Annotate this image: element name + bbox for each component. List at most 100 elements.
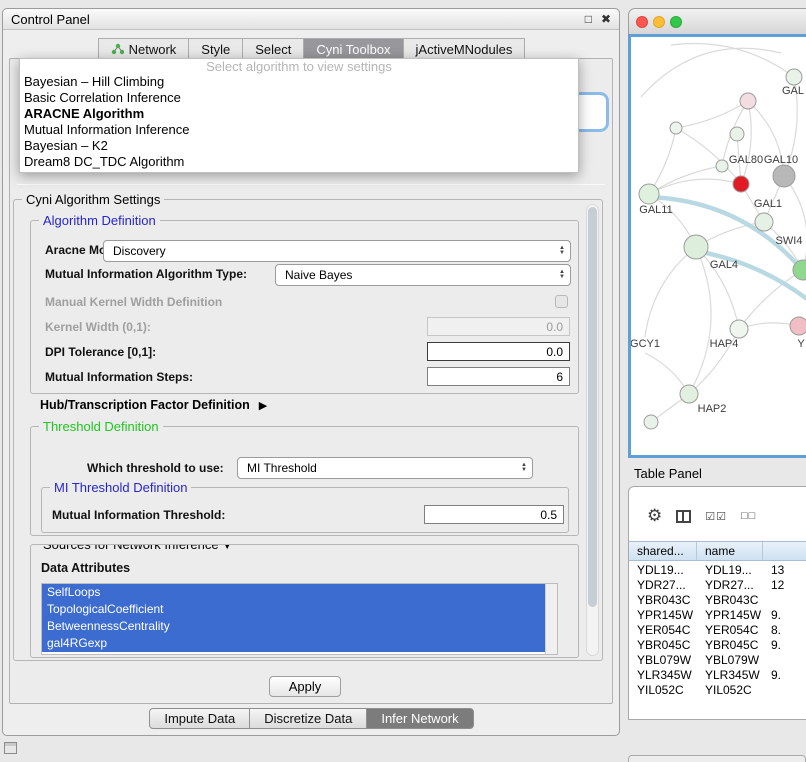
- network-edge[interactable]: [641, 48, 781, 97]
- mi-threshold-input[interactable]: 0.5: [424, 505, 564, 524]
- control-panel-titlebar[interactable]: Control Panel □ ✖: [3, 9, 619, 30]
- mi-algorithm-type-select[interactable]: Naive Bayes ▲▼: [275, 264, 571, 286]
- tab-jactivemnodules[interactable]: jActiveMNodules: [403, 38, 526, 59]
- table-row[interactable]: YBR045CYBR045C9.: [629, 637, 806, 652]
- select-none-icon[interactable]: □□: [741, 510, 756, 522]
- column-header-shared-name[interactable]: shared...: [629, 542, 697, 560]
- aracne-mode-select[interactable]: Discovery ▲▼: [103, 240, 571, 262]
- tab-cyni-toolbox[interactable]: Cyni Toolbox: [303, 38, 403, 59]
- aracne-mode-value: Discovery: [113, 244, 559, 258]
- algorithm-option[interactable]: Bayesian – K2: [20, 138, 578, 154]
- algorithm-option[interactable]: ARACNE Algorithm: [20, 106, 578, 122]
- attribute-list-item[interactable]: gal4RGexp: [42, 635, 545, 652]
- attribute-list-item[interactable]: BetweennessCentrality: [42, 618, 545, 635]
- desktop: Control Panel □ ✖ Network Style Select C…: [0, 0, 806, 762]
- manual-kernel-width-checkbox[interactable]: [555, 295, 568, 308]
- gear-icon[interactable]: ⚙: [647, 506, 662, 526]
- collapse-down-icon[interactable]: ▼: [222, 544, 232, 552]
- tab-network[interactable]: Network: [98, 38, 190, 59]
- node-label: Y: [797, 338, 805, 350]
- dpi-tolerance-input[interactable]: 0.0: [427, 342, 570, 361]
- kernel-width-label: Kernel Width (0,1):: [45, 320, 151, 334]
- tab-infer-network[interactable]: Infer Network: [366, 708, 473, 729]
- close-window-icon[interactable]: ✖: [601, 12, 611, 26]
- hub-transcription-factor-section[interactable]: Hub/Transcription Factor Definition ▶: [40, 398, 267, 412]
- table-row[interactable]: YIL052CYIL052C: [629, 682, 806, 697]
- table-header: shared... name: [629, 541, 806, 561]
- column-header-name[interactable]: name: [697, 542, 763, 560]
- network-window-titlebar[interactable]: [628, 8, 806, 34]
- hub-section-label: Hub/Transcription Factor Definition: [40, 398, 250, 412]
- attribute-list-item[interactable]: SelfLoops: [42, 584, 545, 601]
- data-attributes-label: Data Attributes: [41, 561, 130, 575]
- expand-right-icon[interactable]: ▶: [259, 399, 267, 412]
- network-edge[interactable]: [649, 166, 722, 194]
- network-node[interactable]: [670, 122, 682, 134]
- table-row[interactable]: YDL19...YDL19...13: [629, 562, 806, 577]
- network-node[interactable]: [740, 93, 756, 109]
- settings-scrollbar[interactable]: [586, 204, 599, 656]
- which-threshold-select[interactable]: MI Threshold ▲▼: [237, 457, 533, 479]
- network-node[interactable]: [644, 415, 658, 429]
- table-row[interactable]: YBL079WYBL079W: [629, 652, 806, 667]
- attribute-items: SelfLoopsTopologicalCoefficientBetweenne…: [42, 584, 557, 652]
- table-row[interactable]: YLR345WYLR345W9.: [629, 667, 806, 682]
- which-threshold-label: Which threshold to use:: [87, 461, 224, 475]
- table-row[interactable]: YDR27...YDR27...12: [629, 577, 806, 592]
- network-edge[interactable]: [689, 247, 711, 394]
- network-node[interactable]: [639, 184, 659, 204]
- network-edge[interactable]: [645, 247, 696, 337]
- tab-select[interactable]: Select: [242, 38, 304, 59]
- data-attributes-list[interactable]: SelfLoopsTopologicalCoefficientBetweenne…: [41, 583, 558, 655]
- table-cell: YIL052C: [629, 683, 697, 697]
- columns-icon[interactable]: [676, 510, 691, 523]
- network-node[interactable]: [773, 165, 795, 187]
- table-cell: YIL052C: [697, 683, 763, 697]
- network-node[interactable]: [755, 213, 773, 231]
- mi-steps-input[interactable]: 6: [427, 367, 570, 386]
- tab-style[interactable]: Style: [188, 38, 243, 59]
- network-node[interactable]: [730, 320, 748, 338]
- network-node[interactable]: [786, 69, 802, 85]
- kernel-width-input[interactable]: 0.0: [427, 317, 570, 336]
- minimized-panel-icon[interactable]: [4, 742, 17, 754]
- float-window-icon[interactable]: □: [585, 12, 592, 26]
- column-header-extra[interactable]: [763, 542, 806, 560]
- algorithm-option[interactable]: Bayesian – Hill Climbing: [20, 74, 578, 90]
- network-edge[interactable]: [676, 101, 748, 128]
- close-traffic-light-icon[interactable]: [636, 16, 648, 28]
- scrollbar-thumb[interactable]: [588, 207, 597, 607]
- zoom-traffic-light-icon[interactable]: [670, 16, 682, 28]
- network-node[interactable]: [730, 127, 744, 141]
- network-edge[interactable]: [741, 101, 751, 184]
- apply-button[interactable]: Apply: [269, 676, 341, 697]
- table-row[interactable]: YPR145WYPR145W9.: [629, 607, 806, 622]
- table-row[interactable]: YBR043CYBR043C: [629, 592, 806, 607]
- network-node[interactable]: [680, 385, 698, 403]
- attributes-list-scrollbar[interactable]: [545, 584, 557, 654]
- node-label: GAL80: [729, 154, 763, 166]
- select-all-icon[interactable]: ☑☑: [705, 510, 727, 523]
- attribute-list-item[interactable]: TopologicalCoefficient: [42, 601, 545, 618]
- which-threshold-value: MI Threshold: [247, 461, 521, 475]
- node-label: SWI4: [776, 235, 803, 247]
- tab-impute-data[interactable]: Impute Data: [149, 708, 250, 729]
- algorithm-option[interactable]: Mutual Information Inference: [20, 122, 578, 138]
- mi-algorithm-type-label: Mutual Information Algorithm Type:: [45, 267, 247, 281]
- network-node[interactable]: [733, 176, 749, 192]
- table-cell: YPR145W: [629, 608, 697, 622]
- network-node[interactable]: [716, 160, 728, 172]
- minimize-traffic-light-icon[interactable]: [653, 16, 665, 28]
- algorithm-option[interactable]: Basic Correlation Inference: [20, 90, 578, 106]
- network-node[interactable]: [684, 235, 708, 259]
- network-canvas[interactable]: GAL80GAL10GAL11GAL1SWI4GAL4GCY1HAP4HAP2G…: [628, 34, 806, 458]
- tab-discretize-data[interactable]: Discretize Data: [249, 708, 367, 729]
- table-cell: YLR345W: [697, 668, 763, 682]
- node-label: HAP4: [710, 338, 739, 350]
- top-tab-bar: Network Style Select Cyni Toolbox jActiv…: [3, 38, 619, 59]
- network-node[interactable]: [790, 317, 806, 335]
- tab-label: Cyni Toolbox: [316, 42, 390, 57]
- table-row[interactable]: YER054CYER054C8.: [629, 622, 806, 637]
- chevron-updown-icon: ▲▼: [559, 246, 565, 256]
- algorithm-option[interactable]: Dream8 DC_TDC Algorithm: [20, 154, 578, 170]
